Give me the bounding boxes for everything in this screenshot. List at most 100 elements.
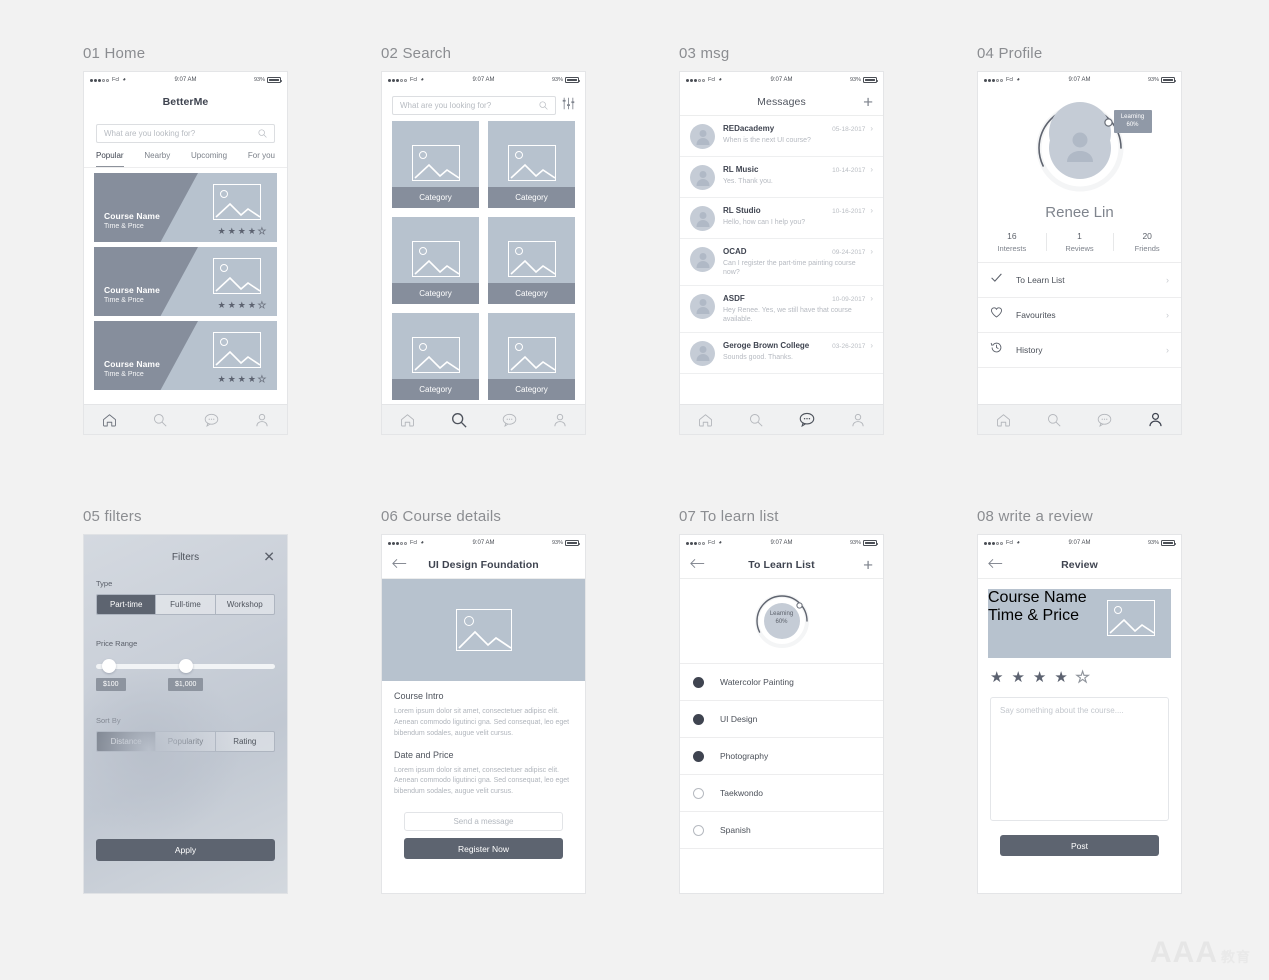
category-cell[interactable]: Category — [488, 313, 575, 400]
profile-row-to-learn-list[interactable]: To Learn List › — [978, 263, 1181, 298]
search-input[interactable]: What are you looking for? — [96, 124, 275, 143]
profile-row-history[interactable]: History › — [978, 333, 1181, 368]
tab-profile-icon[interactable] — [1148, 412, 1163, 427]
message-row[interactable]: RL Studio 10-16-2017 › Hello, how can I … — [680, 198, 883, 239]
sort-option-popularity[interactable]: Popularity — [155, 732, 215, 751]
category-label: Category — [488, 283, 575, 304]
tab-chat-icon[interactable] — [799, 412, 815, 427]
tab-chat-icon[interactable] — [502, 413, 517, 427]
message-preview: Hello, how can I help you? — [723, 219, 806, 226]
status-dot-filled[interactable] — [693, 750, 704, 762]
back-arrow-icon[interactable] — [392, 556, 407, 574]
tabbar — [978, 404, 1181, 434]
screen-caption-search: 02 Search — [381, 45, 452, 62]
learn-item-row[interactable]: Taekwondo — [680, 775, 883, 812]
item-label: Photography — [720, 751, 769, 761]
status-dot-empty[interactable] — [693, 824, 704, 836]
tab-home-icon[interactable] — [698, 413, 713, 427]
star-2[interactable]: ★ — [1011, 670, 1024, 685]
message-body: RL Studio 10-16-2017 › Hello, how can I … — [723, 206, 873, 231]
category-label: Category — [488, 187, 575, 208]
tab-profile-icon[interactable] — [553, 413, 567, 427]
type-option-full-time[interactable]: Full-time — [155, 595, 215, 614]
star-4[interactable]: ★ — [1054, 670, 1067, 685]
tabbar — [680, 404, 883, 434]
tab-popular[interactable]: Popular — [96, 151, 124, 167]
rating-input[interactable]: ★ ★ ★ ★ ★ — [978, 658, 1181, 685]
price-label: Price Range — [96, 639, 138, 648]
tab-chat-icon[interactable] — [204, 413, 219, 427]
star-3[interactable]: ★ — [1033, 670, 1046, 685]
badge-line-2: 60% — [775, 618, 788, 625]
type-option-part-time[interactable]: Part-time — [97, 595, 156, 614]
message-head: REDacademy 05-18-2017 › — [723, 124, 873, 133]
item-label: UI Design — [720, 714, 758, 724]
learn-item-row[interactable]: UI Design — [680, 701, 883, 738]
category-cell[interactable]: Category — [488, 217, 575, 304]
message-head: ASDF 10-09-2017 › — [723, 294, 873, 303]
message-row[interactable]: REDacademy 05-18-2017 › When is the next… — [680, 116, 883, 157]
add-item-icon[interactable]: + — [863, 556, 873, 573]
slider-knob-min[interactable] — [102, 659, 116, 673]
profile-row-favourites[interactable]: Favourites › — [978, 298, 1181, 333]
tab-nearby[interactable]: Nearby — [144, 151, 170, 167]
tab-for-you[interactable]: For you — [248, 151, 275, 167]
status-dot-filled[interactable] — [693, 676, 704, 688]
chevron-right-icon: › — [870, 293, 873, 303]
tab-search-icon[interactable] — [1047, 413, 1061, 427]
tab-chat-icon[interactable] — [1097, 413, 1112, 427]
price-range-slider[interactable] — [96, 656, 275, 678]
star-1[interactable]: ★ — [990, 670, 1003, 685]
register-now-button[interactable]: Register Now — [404, 838, 563, 860]
tab-home-icon[interactable] — [400, 413, 415, 427]
sort-option-rating[interactable]: Rating — [214, 732, 274, 751]
back-arrow-icon[interactable] — [690, 556, 705, 574]
category-cell[interactable]: Category — [392, 313, 479, 400]
image-placeholder-icon — [507, 337, 556, 373]
search-input[interactable]: What are you looking for? — [392, 96, 556, 115]
tab-profile-icon[interactable] — [255, 413, 269, 427]
stat-reviews: 1 Reviews — [1045, 231, 1114, 253]
category-cell[interactable]: Category — [392, 121, 479, 208]
category-cell[interactable]: Category — [392, 217, 479, 304]
type-option-workshop[interactable]: Workshop — [214, 595, 274, 614]
slider-knob-max[interactable] — [179, 659, 193, 673]
category-cell[interactable]: Category — [488, 121, 575, 208]
sort-segmented-control: Distance Popularity Rating — [96, 731, 275, 752]
message-date: 10-16-2017 — [832, 208, 866, 215]
tab-search-icon[interactable] — [749, 413, 763, 427]
sliders-icon[interactable] — [562, 97, 575, 115]
course-card[interactable]: Course Name Time & Price ★ ★ ★ ★ ★ — [94, 247, 277, 316]
status-dot-empty[interactable] — [693, 787, 704, 799]
course-card[interactable]: Course Name Time & Price ★ ★ ★ ★ ★ — [94, 321, 277, 390]
send-message-button[interactable]: Send a message — [404, 812, 563, 832]
course-card[interactable]: Course Name Time & Price ★ ★ ★ ★ ★ — [94, 173, 277, 242]
tab-search-icon[interactable] — [153, 413, 167, 427]
tab-home-icon[interactable] — [102, 413, 117, 427]
message-row[interactable]: Geroge Brown College 03-26-2017 › Sounds… — [680, 333, 883, 374]
apply-button[interactable]: Apply — [96, 839, 275, 861]
message-row[interactable]: ASDF 10-09-2017 › Hey Renee. Yes, we sti… — [680, 286, 883, 333]
tab-profile-icon[interactable] — [851, 413, 865, 427]
tab-search-icon[interactable] — [451, 412, 467, 428]
message-row[interactable]: RL Music 10-14-2017 › Yes. Thank you. — [680, 157, 883, 198]
message-row[interactable]: OCAD 09-24-2017 › Can I register the par… — [680, 239, 883, 286]
tab-home-icon[interactable] — [996, 413, 1011, 427]
add-message-icon[interactable]: + — [863, 93, 873, 110]
post-button[interactable]: Post — [1000, 835, 1159, 856]
screen-caption-home: 01 Home — [83, 45, 146, 62]
navbar-home: BetterMe — [84, 88, 287, 116]
back-arrow-icon[interactable] — [988, 556, 1003, 574]
sort-option-distance[interactable]: Distance — [97, 732, 156, 751]
tab-upcoming[interactable]: Upcoming — [191, 151, 227, 167]
course-name: Course Name — [104, 285, 160, 295]
learn-item-row[interactable]: Spanish — [680, 812, 883, 849]
learn-item-row[interactable]: Watercolor Painting — [680, 664, 883, 701]
screen-course-details: 06 Course details Fcl ◕ 9:07 AM 93% UI D… — [381, 508, 586, 894]
status-dot-filled[interactable] — [693, 713, 704, 725]
close-icon[interactable]: ✕ — [263, 549, 275, 566]
review-textarea[interactable]: Say something about the course.... — [990, 697, 1169, 821]
image-placeholder-icon — [213, 184, 261, 220]
learn-item-row[interactable]: Photography — [680, 738, 883, 775]
star-5[interactable]: ★ — [1075, 669, 1090, 685]
